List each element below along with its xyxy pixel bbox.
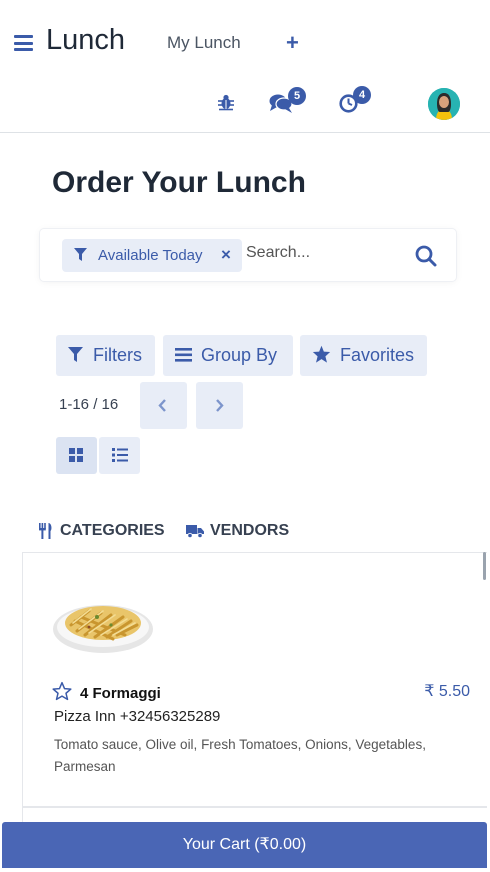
cutlery-icon bbox=[39, 523, 52, 539]
filter-funnel-icon bbox=[74, 248, 87, 261]
group-by-label: Group By bbox=[201, 345, 278, 365]
pager-previous-button[interactable] bbox=[140, 382, 187, 429]
group-by-button[interactable]: Group By bbox=[163, 335, 293, 376]
list-bars-icon bbox=[175, 348, 192, 362]
your-cart-button[interactable]: Your Cart (₹0.00) bbox=[2, 822, 487, 868]
debug-bug-icon[interactable] bbox=[217, 93, 235, 111]
search-input[interactable] bbox=[246, 244, 396, 262]
filters-button[interactable]: Filters bbox=[56, 335, 155, 376]
facet-label: Available Today bbox=[98, 247, 203, 264]
favorites-button[interactable]: Favorites bbox=[300, 335, 427, 376]
app-title[interactable]: Lunch bbox=[46, 24, 125, 57]
activities-count-badge: 4 bbox=[353, 86, 371, 104]
search-icon[interactable] bbox=[414, 244, 438, 268]
chevron-left-icon bbox=[158, 399, 166, 412]
hamburger-menu-icon[interactable] bbox=[14, 35, 33, 51]
filter-funnel-icon bbox=[68, 347, 83, 362]
facet-remove-icon[interactable]: × bbox=[221, 245, 231, 265]
product-price: ₹ 5.50 bbox=[424, 683, 470, 700]
categories-label: CATEGORIES bbox=[60, 522, 165, 539]
chevron-right-icon bbox=[216, 399, 224, 412]
kanban-grid-icon bbox=[69, 448, 83, 462]
new-plus-icon[interactable]: + bbox=[286, 32, 299, 54]
user-avatar[interactable] bbox=[428, 88, 460, 120]
favorites-label: Favorites bbox=[340, 345, 415, 365]
product-name: 4 Formaggi bbox=[80, 685, 161, 702]
menu-item-my-lunch[interactable]: My Lunch bbox=[167, 33, 241, 53]
favorite-star-icon[interactable] bbox=[52, 681, 72, 701]
list-view-icon bbox=[112, 448, 128, 462]
star-icon bbox=[312, 345, 331, 363]
messages-count-badge: 5 bbox=[288, 87, 306, 105]
product-card[interactable]: 4 Formaggi ₹ 5.50 Pizza Inn +32456325289… bbox=[22, 552, 487, 807]
search-box: Available Today × bbox=[40, 229, 456, 281]
product-vendor: Pizza Inn +32456325289 bbox=[54, 708, 221, 725]
scrollbar-thumb[interactable] bbox=[483, 552, 486, 580]
vendors-label: VENDORS bbox=[210, 522, 290, 539]
truck-icon bbox=[186, 525, 204, 538]
top-navbar: Lunch My Lunch + 5 4 bbox=[0, 0, 490, 133]
kanban-view-button[interactable] bbox=[56, 437, 97, 474]
list-view-button[interactable] bbox=[99, 437, 140, 474]
product-pasta-image bbox=[53, 605, 153, 653]
pager-value[interactable]: 1-16 / 16 bbox=[59, 396, 118, 413]
pager-next-button[interactable] bbox=[196, 382, 243, 429]
filters-label: Filters bbox=[93, 345, 142, 365]
product-description: Tomato sauce, Olive oil, Fresh Tomatoes,… bbox=[54, 737, 426, 774]
page-title: Order Your Lunch bbox=[52, 166, 306, 199]
search-facet: Available Today × bbox=[62, 239, 242, 272]
